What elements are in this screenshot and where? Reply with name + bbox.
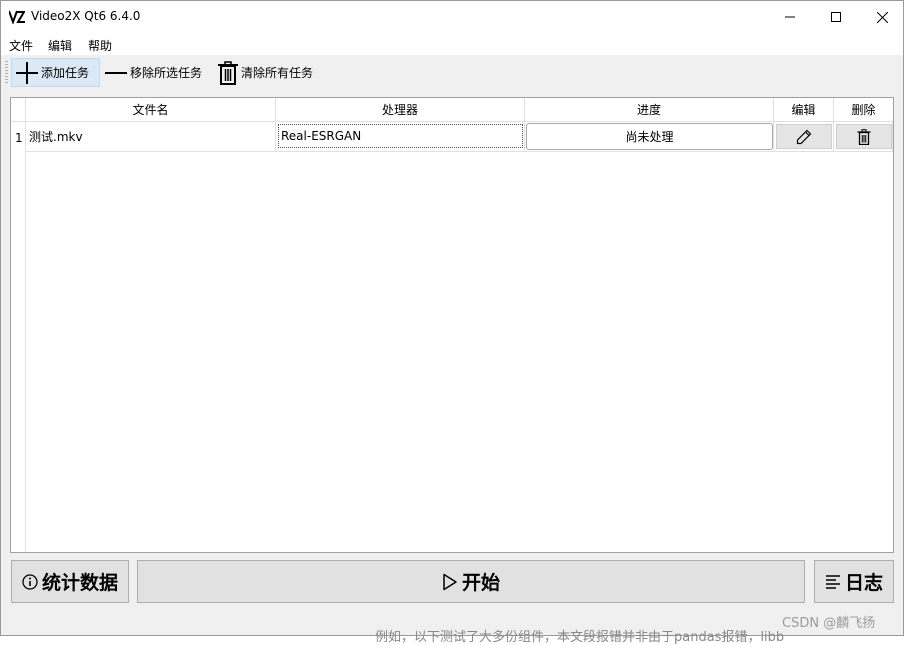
- menu-edit[interactable]: 编辑: [48, 37, 72, 54]
- log-lines-icon: [825, 574, 840, 589]
- play-icon: [443, 573, 457, 590]
- pencil-icon: [796, 129, 812, 144]
- header-processor[interactable]: 处理器: [276, 98, 525, 122]
- row-header-column: [11, 122, 26, 552]
- title-bar: Video2X Qt6 6.4.0: [1, 1, 903, 33]
- maximize-button[interactable]: [813, 1, 859, 33]
- minimize-button[interactable]: [767, 1, 813, 33]
- minimize-icon: [785, 16, 795, 18]
- header-edit[interactable]: 编辑: [774, 98, 834, 122]
- menu-file[interactable]: 文件: [9, 37, 33, 54]
- clear-all-label: 清除所有任务: [241, 66, 314, 80]
- window-title: Video2X Qt6 6.4.0: [31, 9, 141, 23]
- maximize-icon: [831, 12, 841, 22]
- progress-bar: 尚未处理: [526, 123, 773, 150]
- processor-select[interactable]: Real-ESRGAN: [278, 124, 523, 148]
- start-button[interactable]: 开始: [137, 560, 805, 603]
- add-task-button[interactable]: 添加任务: [11, 58, 100, 87]
- log-button[interactable]: 日志: [814, 560, 894, 603]
- edit-task-button[interactable]: [776, 124, 832, 149]
- plus-icon: [16, 61, 38, 84]
- delete-task-button[interactable]: [836, 124, 892, 149]
- info-icon: [22, 573, 38, 590]
- toolbar-grip[interactable]: [5, 61, 8, 85]
- processor-cell: Real-ESRGAN: [276, 122, 525, 152]
- header-filename[interactable]: 文件名: [26, 98, 276, 122]
- progress-cell: 尚未处理: [525, 122, 774, 152]
- task-table[interactable]: 文件名 处理器 进度 编辑 删除 1 测试.mkv Real-ESRGAN 尚未…: [10, 97, 894, 553]
- trash-icon: [857, 128, 871, 145]
- minus-icon: [105, 71, 127, 74]
- row-index[interactable]: 1: [15, 131, 23, 145]
- clear-all-button[interactable]: 清除所有任务: [215, 58, 325, 87]
- background-text: 例如，以下测试了大多份组件，本文段报错并非由于pandas报错，libb: [375, 630, 785, 645]
- video2x-logo-icon: [9, 10, 25, 24]
- app-window: Video2X Qt6 6.4.0 文件 编辑 帮助 添加任务 移除所选任务 清…: [0, 0, 904, 636]
- remove-selected-button[interactable]: 移除所选任务: [102, 58, 210, 87]
- statistics-button[interactable]: 统计数据: [11, 560, 129, 603]
- menu-bar: 文件 编辑 帮助: [1, 33, 903, 55]
- table-corner[interactable]: [11, 98, 26, 122]
- remove-selected-label: 移除所选任务: [130, 66, 203, 80]
- toolbar: 添加任务 移除所选任务 清除所有任务: [1, 55, 903, 91]
- add-task-label: 添加任务: [41, 66, 90, 80]
- statistics-label: 统计数据: [41, 572, 118, 594]
- delete-cell: [834, 122, 893, 152]
- log-label: 日志: [844, 572, 883, 594]
- start-label: 开始: [461, 572, 500, 594]
- close-button[interactable]: [859, 1, 905, 33]
- header-delete[interactable]: 删除: [834, 98, 893, 122]
- menu-help[interactable]: 帮助: [88, 37, 112, 54]
- close-icon: [876, 11, 888, 23]
- task-filename[interactable]: 测试.mkv: [26, 122, 276, 152]
- header-progress[interactable]: 进度: [525, 98, 774, 122]
- csdn-watermark: CSDN @麟飞扬: [782, 616, 876, 631]
- edit-cell: [774, 122, 834, 152]
- trash-icon: [218, 60, 238, 85]
